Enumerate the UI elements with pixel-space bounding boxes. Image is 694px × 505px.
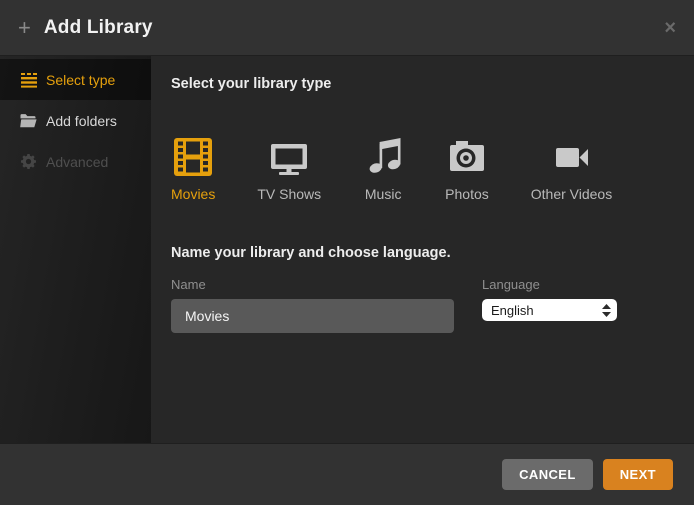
- language-select[interactable]: English: [482, 299, 617, 321]
- language-field-label: Language: [482, 277, 617, 292]
- camera-icon: [447, 137, 487, 177]
- library-type-tv-shows[interactable]: TV Shows: [257, 137, 321, 202]
- library-type-label: Photos: [445, 186, 489, 202]
- library-type-photos[interactable]: Photos: [445, 137, 489, 202]
- name-field-label: Name: [171, 277, 454, 292]
- library-type-row: Movies TV Shows: [171, 137, 674, 202]
- main-panel: Select your library type Movies: [151, 56, 694, 443]
- film-icon: [173, 137, 213, 177]
- close-icon[interactable]: ×: [664, 18, 676, 38]
- sidebar-item-label: Add folders: [46, 113, 117, 129]
- plus-icon: +: [18, 17, 31, 39]
- sidebar-item-select-type[interactable]: Select type: [0, 59, 151, 100]
- sidebar-item-label: Advanced: [46, 154, 108, 170]
- select-stepper-icon: [602, 304, 611, 317]
- cancel-button[interactable]: CANCEL: [502, 459, 593, 490]
- library-type-music[interactable]: Music: [363, 137, 403, 202]
- library-type-label: TV Shows: [257, 186, 321, 202]
- gear-icon: [20, 154, 37, 169]
- sidebar-item-advanced[interactable]: Advanced: [0, 141, 151, 182]
- name-field-group: Name: [171, 277, 454, 333]
- sidebar-item-add-folders[interactable]: Add folders: [0, 100, 151, 141]
- next-button[interactable]: NEXT: [603, 459, 673, 490]
- library-type-movies[interactable]: Movies: [171, 137, 215, 202]
- library-type-label: Movies: [171, 186, 215, 202]
- dialog-header: + Add Library ×: [0, 0, 694, 56]
- language-field-group: Language English: [482, 277, 617, 333]
- name-section-title: Name your library and choose language.: [171, 245, 674, 261]
- type-list-icon: [20, 72, 37, 88]
- library-type-other-videos[interactable]: Other Videos: [531, 137, 612, 202]
- video-camera-icon: [552, 137, 592, 177]
- wizard-sidebar: Select type Add folders Advanced: [0, 56, 151, 443]
- library-type-label: Music: [365, 186, 402, 202]
- type-section-title: Select your library type: [171, 76, 674, 92]
- library-type-label: Other Videos: [531, 186, 612, 202]
- dialog-footer: CANCEL NEXT: [0, 443, 694, 505]
- music-note-icon: [363, 137, 403, 177]
- sidebar-item-label: Select type: [46, 72, 115, 88]
- dialog-title: Add Library: [44, 17, 153, 39]
- language-select-value: English: [491, 303, 602, 318]
- library-name-input[interactable]: [171, 299, 454, 333]
- name-language-row: Name Language English: [171, 277, 674, 333]
- tv-icon: [269, 137, 309, 177]
- folder-icon: [20, 114, 37, 128]
